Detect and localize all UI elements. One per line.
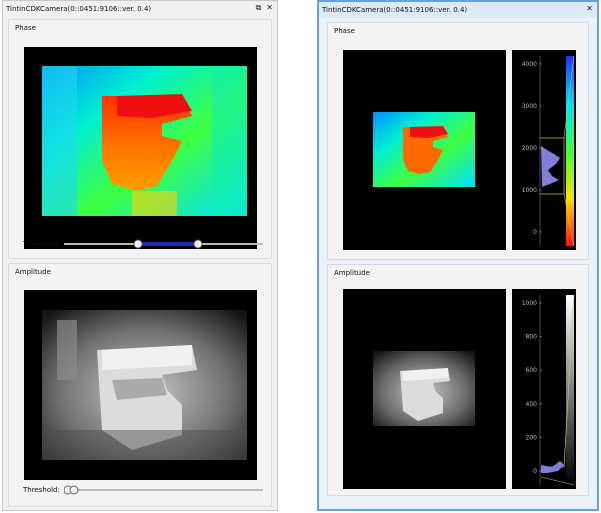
right-phase-label: Phase xyxy=(334,27,355,35)
amplitude-histogram-tick-label: 800 xyxy=(526,334,538,341)
left-phase-group: Phase Threshold: xyxy=(8,19,272,259)
close-icon[interactable]: ✕ xyxy=(586,4,593,13)
right-amplitude-group: Amplitude 1000 800 600 400 200 0 xyxy=(327,264,589,496)
phase-histogram-tick-label: 1000 xyxy=(522,187,537,194)
right-window-titlebar[interactable]: TintinCDKCamera(0::0451:9106::ver. 0.4) … xyxy=(319,2,597,18)
left-window-titlebar[interactable]: TintinCDKCamera(0::0451:9106::ver. 0.4) … xyxy=(3,1,277,17)
right-amplitude-image xyxy=(373,351,475,426)
left-window-title: TintinCDKCamera(0::0451:9106::ver. 0.4) xyxy=(6,5,152,13)
amplitude-histogram-tick-label: 600 xyxy=(526,367,538,374)
phase-histogram-tick-label: 4000 xyxy=(522,61,537,68)
left-amplitude-image xyxy=(42,310,247,460)
right-phase-view xyxy=(343,50,506,250)
right-phase-image xyxy=(373,112,475,187)
left-phase-label: Phase xyxy=(15,24,36,32)
left-phase-image xyxy=(42,66,247,216)
left-phase-view xyxy=(24,47,257,249)
phase-histogram-tick-label: 0 xyxy=(533,229,537,236)
phase-histogram: 4000 3000 2000 1000 0 xyxy=(512,50,576,250)
phase-histogram-tick-label: 3000 xyxy=(522,103,537,110)
phase-histogram-plot: 4000 3000 2000 1000 0 xyxy=(522,55,575,247)
phase-threshold-handle-low[interactable] xyxy=(133,239,143,249)
phase-threshold-handle-high[interactable] xyxy=(193,239,203,249)
left-camera-window: TintinCDKCamera(0::0451:9106::ver. 0.4) … xyxy=(2,0,278,511)
left-amplitude-label: Amplitude xyxy=(15,268,51,276)
amplitude-histogram: 1000 800 600 400 200 0 xyxy=(512,289,576,489)
left-amplitude-view xyxy=(24,290,257,480)
left-amplitude-threshold-row: Threshold: xyxy=(23,484,263,496)
amplitude-threshold-label: Threshold: xyxy=(23,486,60,494)
restore-icon[interactable]: ⧉ xyxy=(256,3,262,13)
phase-threshold-slider[interactable] xyxy=(63,238,263,250)
left-amplitude-group: Amplitude Threshold: xyxy=(8,263,272,507)
phase-threshold-label: Threshold: xyxy=(23,240,60,248)
right-camera-window: TintinCDKCamera(0::0451:9106::ver. 0.4) … xyxy=(317,0,599,511)
amplitude-histogram-tick-label: 0 xyxy=(533,468,537,475)
amplitude-threshold-handle-high[interactable] xyxy=(69,485,79,495)
right-phase-group: Phase 4000 3000 2000 1000 0 xyxy=(327,22,589,260)
amplitude-threshold-slider[interactable] xyxy=(63,484,263,496)
amplitude-histogram-tick-label: 400 xyxy=(526,401,538,408)
phase-histogram-tick-label: 2000 xyxy=(522,145,537,152)
close-icon[interactable]: ✕ xyxy=(266,3,273,13)
right-amplitude-view xyxy=(343,289,506,489)
amplitude-histogram-plot: 1000 800 600 400 200 0 xyxy=(522,294,575,486)
right-amplitude-label: Amplitude xyxy=(334,269,370,277)
right-window-title: TintinCDKCamera(0::0451:9106::ver. 0.4) xyxy=(322,6,468,14)
left-phase-threshold-row: Threshold: xyxy=(23,238,263,250)
amplitude-histogram-tick-label: 200 xyxy=(526,434,538,441)
amplitude-histogram-tick-label: 1000 xyxy=(522,300,537,307)
